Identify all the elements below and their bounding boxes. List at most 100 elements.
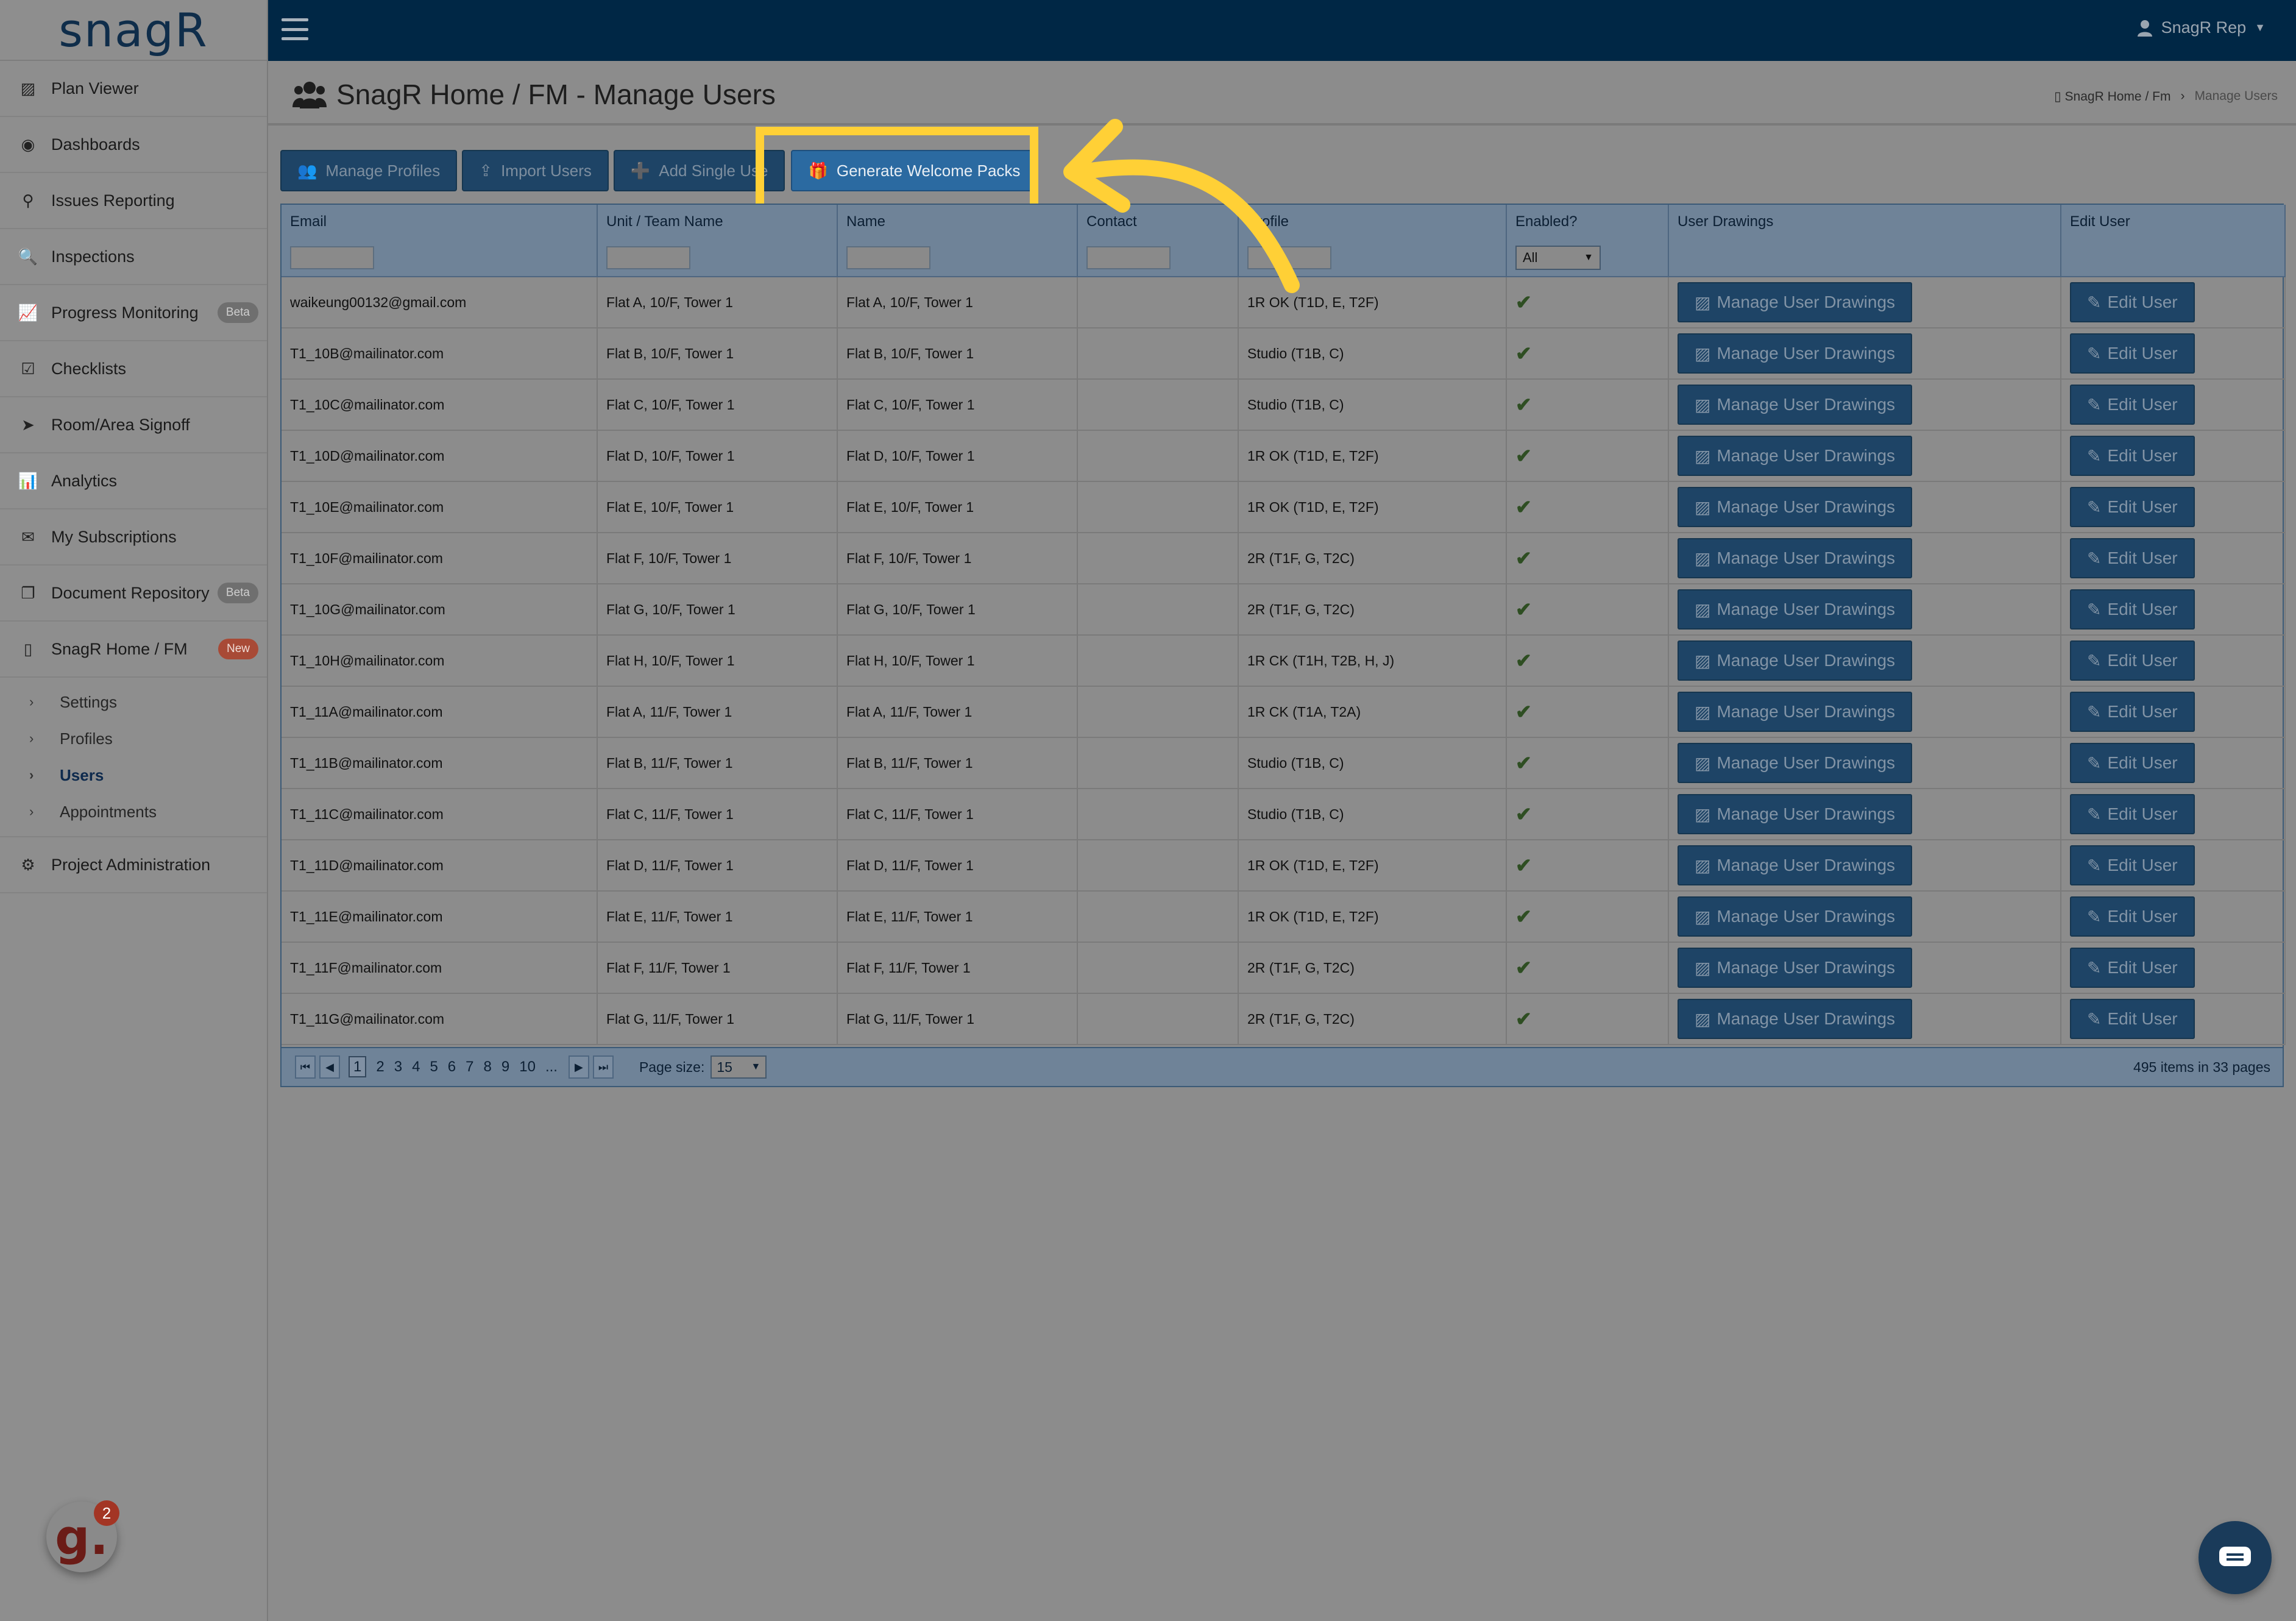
sidebar-subitem-users[interactable]: › Users bbox=[0, 757, 267, 793]
column-header-edit-user[interactable]: Edit User bbox=[2061, 205, 2286, 239]
manage-user-drawings-button[interactable]: ▨ Manage User Drawings bbox=[1678, 589, 1913, 630]
edit-user-button[interactable]: ✎ Edit User bbox=[2070, 845, 2195, 885]
page-number-link[interactable]: 7 bbox=[466, 1059, 473, 1075]
sidebar-item-snagr-home-fm[interactable]: ▯ SnagR Home / FM New bbox=[0, 622, 267, 678]
sidebar-item-dashboards[interactable]: ◉ Dashboards bbox=[0, 117, 267, 173]
page-number-link[interactable]: 5 bbox=[430, 1059, 438, 1075]
manage-user-drawings-button[interactable]: ▨ Manage User Drawings bbox=[1678, 999, 1913, 1039]
cell-name: Flat H, 10/F, Tower 1 bbox=[837, 635, 1078, 687]
sidebar-item-analytics[interactable]: 📊 Analytics bbox=[0, 453, 267, 509]
cell-contact bbox=[1077, 379, 1239, 431]
column-header-contact[interactable]: Contact bbox=[1077, 205, 1239, 239]
prev-page-icon[interactable]: ◀ bbox=[319, 1055, 340, 1079]
grid-filter-row: All ▼ bbox=[282, 239, 2286, 277]
edit-user-button[interactable]: ✎ Edit User bbox=[2070, 743, 2195, 783]
sidebar-item-document-repository[interactable]: ❐ Document Repository Beta bbox=[0, 566, 267, 622]
column-header-name[interactable]: Name bbox=[837, 205, 1078, 239]
profile-filter-input[interactable] bbox=[1247, 246, 1331, 269]
unit-filter-input[interactable] bbox=[606, 246, 690, 269]
grid-header-row: Email Unit / Team Name Name Contact Profile E… bbox=[282, 205, 2286, 239]
cell-contact bbox=[1077, 891, 1239, 943]
column-header-email[interactable]: Email bbox=[282, 205, 598, 239]
edit-user-button[interactable]: ✎ Edit User bbox=[2070, 333, 2195, 374]
cell-contact bbox=[1077, 789, 1239, 840]
cell-unit: Flat E, 10/F, Tower 1 bbox=[597, 481, 838, 533]
last-page-icon[interactable]: ⏭ bbox=[592, 1055, 614, 1079]
edit-user-button[interactable]: ✎ Edit User bbox=[2070, 999, 2195, 1039]
snagr-logo[interactable]: snagR bbox=[0, 0, 267, 61]
manage-user-drawings-button[interactable]: ▨ Manage User Drawings bbox=[1678, 692, 1913, 732]
users-grid: Email Unit / Team Name Name Contact Profile E… bbox=[280, 204, 2286, 1087]
edit-user-button[interactable]: ✎ Edit User bbox=[2070, 487, 2195, 527]
edit-user-button[interactable]: ✎ Edit User bbox=[2070, 538, 2195, 578]
edit-user-button[interactable]: ✎ Edit User bbox=[2070, 436, 2195, 476]
sidebar-subitem-profiles[interactable]: › Profiles bbox=[0, 720, 267, 757]
manage-user-drawings-button[interactable]: ▨ Manage User Drawings bbox=[1678, 436, 1913, 476]
cell-enabled: ✔ bbox=[1506, 686, 1669, 738]
building-icon: ▯ bbox=[23, 639, 33, 658]
page-number-link[interactable]: 10 bbox=[519, 1059, 536, 1075]
sidebar-item-plan-viewer[interactable]: ▨ Plan Viewer bbox=[0, 61, 267, 117]
manage-user-drawings-button[interactable]: ▨ Manage User Drawings bbox=[1678, 743, 1913, 783]
column-header-profile[interactable]: Profile bbox=[1238, 205, 1507, 239]
cell-email: T1_11C@mailinator.com bbox=[282, 789, 598, 840]
cell-name: Flat E, 11/F, Tower 1 bbox=[837, 891, 1078, 943]
sidebar-item-label: Dashboards bbox=[51, 135, 140, 154]
hamburger-menu-icon[interactable] bbox=[282, 18, 308, 40]
edit-user-button[interactable]: ✎ Edit User bbox=[2070, 589, 2195, 630]
manage-user-drawings-button[interactable]: ▨ Manage User Drawings bbox=[1678, 948, 1913, 988]
sidebar-item-issues-reporting[interactable]: ⚲ Issues Reporting bbox=[0, 173, 267, 229]
edit-user-button[interactable]: ✎ Edit User bbox=[2070, 948, 2195, 988]
email-filter-input[interactable] bbox=[290, 246, 374, 269]
page-number-link[interactable]: 8 bbox=[484, 1059, 492, 1075]
manage-user-drawings-button[interactable]: ▨ Manage User Drawings bbox=[1678, 896, 1913, 937]
cell-name: Flat E, 10/F, Tower 1 bbox=[837, 481, 1078, 533]
manage-user-drawings-button[interactable]: ▨ Manage User Drawings bbox=[1678, 640, 1913, 681]
column-header-user-drawings[interactable]: User Drawings bbox=[1668, 205, 2061, 239]
page-number-link[interactable]: 2 bbox=[376, 1059, 384, 1075]
sidebar-item-my-subscriptions[interactable]: ✉ My Subscriptions bbox=[0, 509, 267, 566]
page-number-link[interactable]: 3 bbox=[394, 1059, 402, 1075]
enabled-filter-select[interactable]: All ▼ bbox=[1515, 245, 1601, 270]
next-page-icon[interactable]: ▶ bbox=[568, 1055, 589, 1079]
sidebar-subitem-settings[interactable]: › Settings bbox=[0, 684, 267, 720]
column-header-enabled[interactable]: Enabled? bbox=[1506, 205, 1669, 239]
chat-button[interactable] bbox=[2199, 1521, 2272, 1594]
sidebar-item-checklists[interactable]: ☑ Checklists bbox=[0, 341, 267, 397]
page-size-select[interactable]: 15 ▼ bbox=[710, 1055, 767, 1079]
column-header-unit-team-name[interactable]: Unit / Team Name bbox=[597, 205, 838, 239]
manage-user-drawings-button[interactable]: ▨ Manage User Drawings bbox=[1678, 845, 1913, 885]
manage-user-drawings-button[interactable]: ▨ Manage User Drawings bbox=[1678, 333, 1913, 374]
manage-user-drawings-button[interactable]: ▨ Manage User Drawings bbox=[1678, 282, 1913, 322]
manage-user-drawings-button[interactable]: ▨ Manage User Drawings bbox=[1678, 487, 1913, 527]
page-number-link[interactable]: 4 bbox=[412, 1059, 420, 1075]
manage-profiles-button[interactable]: 👥 Manage Profiles bbox=[280, 150, 458, 191]
sidebar-item-inspections[interactable]: 🔍 Inspections bbox=[0, 229, 267, 285]
edit-user-button[interactable]: ✎ Edit User bbox=[2070, 794, 2195, 834]
manage-user-drawings-button[interactable]: ▨ Manage User Drawings bbox=[1678, 794, 1913, 834]
page-number-link[interactable]: 1 bbox=[349, 1056, 367, 1077]
edit-user-button[interactable]: ✎ Edit User bbox=[2070, 692, 2195, 732]
page-number-link[interactable]: 6 bbox=[448, 1059, 456, 1075]
page-number-link[interactable]: ... bbox=[545, 1059, 558, 1075]
cell-email: T1_10F@mailinator.com bbox=[282, 533, 598, 584]
page-number-link[interactable]: 9 bbox=[501, 1059, 509, 1075]
manage-user-drawings-button[interactable]: ▨ Manage User Drawings bbox=[1678, 385, 1913, 425]
edit-user-button[interactable]: ✎ Edit User bbox=[2070, 282, 2195, 322]
name-filter-input[interactable] bbox=[846, 246, 930, 269]
cell-name: Flat B, 10/F, Tower 1 bbox=[837, 328, 1078, 380]
breadcrumb-parent[interactable]: ▯ SnagR Home / Fm bbox=[2054, 89, 2170, 104]
sidebar-item-progress-monitoring[interactable]: 📈 Progress Monitoring Beta bbox=[0, 285, 267, 341]
edit-user-button[interactable]: ✎ Edit User bbox=[2070, 385, 2195, 425]
sidebar-item-project-administration[interactable]: ⚙ Project Administration bbox=[0, 837, 267, 893]
contact-filter-input[interactable] bbox=[1086, 246, 1171, 269]
import-users-button[interactable]: ⇪ Import Users bbox=[462, 150, 609, 191]
sidebar-subitem-appointments[interactable]: › Appointments bbox=[0, 793, 267, 830]
edit-user-button[interactable]: ✎ Edit User bbox=[2070, 896, 2195, 937]
first-page-icon[interactable]: ⏮ bbox=[295, 1055, 316, 1079]
user-menu[interactable]: SnagR Rep ▼ bbox=[2137, 18, 2266, 37]
sidebar-item-room-area-signoff[interactable]: ➤ Room/Area Signoff bbox=[0, 397, 267, 453]
manage-user-drawings-button[interactable]: ▨ Manage User Drawings bbox=[1678, 538, 1913, 578]
edit-user-button[interactable]: ✎ Edit User bbox=[2070, 640, 2195, 681]
sidebar-item-label: Checklists bbox=[51, 359, 127, 378]
